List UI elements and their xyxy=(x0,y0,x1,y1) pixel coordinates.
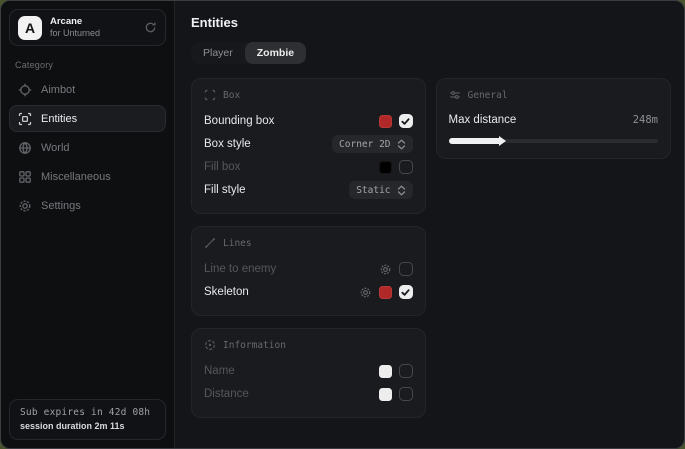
sidebar-item-aimbot[interactable]: Aimbot xyxy=(9,76,166,103)
max-distance-slider[interactable] xyxy=(449,136,658,146)
sidebar-item-label: Entities xyxy=(41,113,77,125)
color-swatch[interactable] xyxy=(379,388,392,401)
gear-icon xyxy=(18,199,32,213)
box-style-dropdown[interactable]: Corner 2D xyxy=(332,135,412,153)
slider-fill xyxy=(449,138,499,144)
gear-icon[interactable] xyxy=(359,286,372,299)
subscription-info-card: Sub expires in 42d 08h session duration … xyxy=(9,399,166,440)
sub-expires-text: Sub expires in 42d 08h xyxy=(20,407,155,418)
color-swatch[interactable] xyxy=(379,161,392,174)
chevrons-up-down-icon xyxy=(397,139,406,150)
general-card-title: General xyxy=(468,90,508,101)
setting-row-distance: Distance xyxy=(204,383,413,405)
tab-player[interactable]: Player xyxy=(191,42,245,64)
sliders-icon xyxy=(449,89,461,101)
category-section-label: Category xyxy=(15,60,160,70)
information-card-title: Information xyxy=(223,340,286,351)
setting-label: Skeleton xyxy=(204,286,249,298)
refresh-icon[interactable] xyxy=(144,21,157,34)
setting-row-fill-box: Fill box xyxy=(204,156,413,178)
gear-icon[interactable] xyxy=(379,263,392,276)
sidebar-item-label: Aimbot xyxy=(41,84,75,96)
fill-style-dropdown[interactable]: Static xyxy=(349,181,412,199)
left-column: Box Bounding box Box style xyxy=(191,78,426,418)
dropdown-value: Static xyxy=(356,185,390,196)
slider-thumb[interactable] xyxy=(499,136,506,146)
setting-row-line-to-enemy: Line to enemy xyxy=(204,258,413,280)
diagonal-line-icon xyxy=(204,237,216,249)
sidebar: A Arcane for Unturned Category xyxy=(1,1,175,448)
setting-label: Box style xyxy=(204,138,251,150)
sidebar-item-miscellaneous[interactable]: Miscellaneous xyxy=(9,163,166,190)
app-subtitle: for Unturned xyxy=(50,28,136,38)
setting-label: Distance xyxy=(204,388,249,400)
brand-card: A Arcane for Unturned xyxy=(9,9,166,46)
lines-card-header: Lines xyxy=(204,237,413,249)
content-area: Box Bounding box Box style xyxy=(191,78,671,418)
checkbox-checked[interactable] xyxy=(399,114,413,128)
setting-row-box-style: Box style Corner 2D xyxy=(204,133,413,155)
corner-box-icon xyxy=(204,89,216,101)
entity-type-tabs: Player Zombie xyxy=(191,42,306,64)
color-swatch[interactable] xyxy=(379,115,392,128)
right-column: General Max distance 248m xyxy=(436,78,671,159)
box-card-title: Box xyxy=(223,90,240,101)
box-card-header: Box xyxy=(204,89,413,101)
information-card-header: Information xyxy=(204,339,413,351)
checkbox-unchecked[interactable] xyxy=(399,364,413,378)
box-card: Box Bounding box Box style xyxy=(191,78,426,214)
setting-label: Fill style xyxy=(204,184,246,196)
app-title: Arcane xyxy=(50,17,136,28)
checkbox-checked[interactable] xyxy=(399,285,413,299)
setting-label: Line to enemy xyxy=(204,263,276,275)
setting-row-fill-style: Fill style Static xyxy=(204,179,413,201)
sidebar-item-label: Settings xyxy=(41,200,81,212)
general-card-header: General xyxy=(449,89,658,101)
setting-row-max-distance: Max distance 248m xyxy=(449,110,658,130)
max-distance-value: 248m xyxy=(633,114,658,126)
lines-card: Lines Line to enemy xyxy=(191,226,426,316)
dropdown-value: Corner 2D xyxy=(339,139,390,150)
checkbox-unchecked[interactable] xyxy=(399,262,413,276)
sidebar-nav: Aimbot Entities World xyxy=(9,76,166,219)
target-info-icon xyxy=(204,339,216,351)
app-logo: A xyxy=(18,16,42,40)
app-window: A Arcane for Unturned Category xyxy=(0,0,685,449)
setting-label: Name xyxy=(204,365,235,377)
lines-card-title: Lines xyxy=(223,238,252,249)
color-swatch[interactable] xyxy=(379,365,392,378)
setting-label: Bounding box xyxy=(204,115,274,127)
checkbox-unchecked[interactable] xyxy=(399,160,413,174)
chevrons-up-down-icon xyxy=(397,185,406,196)
crosshair-icon xyxy=(18,83,32,97)
information-card: Information Name Distance xyxy=(191,328,426,418)
grid-icon xyxy=(18,170,32,184)
sidebar-item-world[interactable]: World xyxy=(9,134,166,161)
sidebar-item-settings[interactable]: Settings xyxy=(9,192,166,219)
page-title: Entities xyxy=(191,15,671,30)
sidebar-item-entities[interactable]: Entities xyxy=(9,105,166,132)
brand-text: Arcane for Unturned xyxy=(50,17,136,38)
setting-row-bounding-box: Bounding box xyxy=(204,110,413,132)
entities-scan-icon xyxy=(18,112,32,126)
main-panel: Entities Player Zombie Box xyxy=(175,1,684,448)
setting-label: Fill box xyxy=(204,161,240,173)
setting-row-skeleton: Skeleton xyxy=(204,281,413,303)
checkbox-unchecked[interactable] xyxy=(399,387,413,401)
setting-row-name: Name xyxy=(204,360,413,382)
color-swatch[interactable] xyxy=(379,286,392,299)
tab-zombie[interactable]: Zombie xyxy=(245,42,306,64)
sidebar-item-label: World xyxy=(41,142,70,154)
general-card: General Max distance 248m xyxy=(436,78,671,159)
globe-icon xyxy=(18,141,32,155)
session-duration-text: session duration 2m 11s xyxy=(20,421,155,431)
sidebar-item-label: Miscellaneous xyxy=(41,171,111,183)
setting-label: Max distance xyxy=(449,114,517,126)
